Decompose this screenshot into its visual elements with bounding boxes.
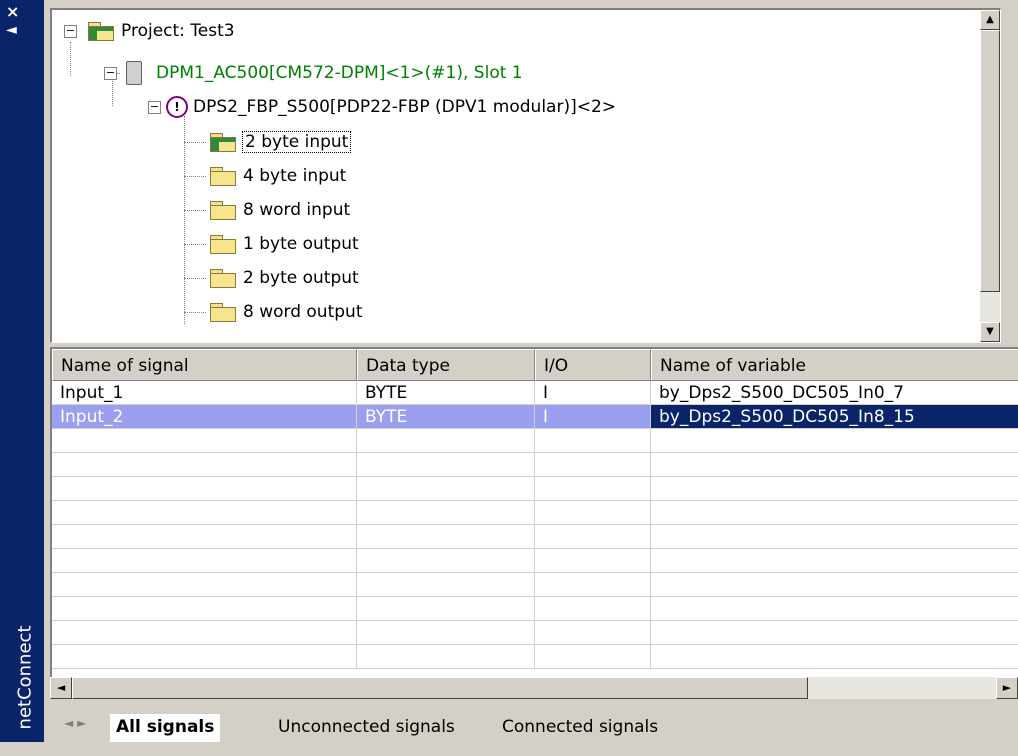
tab-all-signals[interactable]: All signals: [110, 714, 221, 742]
column-header-signal-name[interactable]: Name of signal: [52, 349, 357, 381]
tree-node-label: 8 word input: [243, 200, 351, 220]
tree-node-label: 4 byte input: [243, 166, 347, 186]
tab-prev-icon[interactable]: ◄: [64, 716, 73, 730]
tab-connected-signals[interactable]: Connected signals: [496, 714, 664, 742]
tree-node-module[interactable]: 2 byte output: [208, 261, 359, 295]
cell-data-type: BYTE: [357, 405, 535, 429]
collapse-arrow-icon[interactable]: ◄: [6, 22, 17, 38]
cell-variable-name: by_Dps2_S500_DC505_In0_7: [651, 381, 1018, 405]
collapse-icon[interactable]: −: [64, 25, 77, 38]
folder-icon: [208, 233, 238, 255]
folder-icon: [208, 165, 238, 187]
folder-icon: [208, 301, 238, 323]
table-row-empty: [52, 477, 1018, 501]
cell-io: I: [535, 405, 651, 429]
scroll-thumb[interactable]: [72, 677, 808, 699]
project-tree[interactable]: − Project: Test3 − DPM1_AC500[CM572-DPM]…: [50, 8, 1001, 343]
tree-line: [184, 278, 206, 279]
signals-table[interactable]: Name of signal Data type I/O Name of var…: [50, 347, 1018, 679]
tab-next-icon[interactable]: ►: [77, 716, 86, 730]
scroll-thumb[interactable]: [980, 30, 1000, 292]
tree-line: [184, 176, 206, 177]
table-row-empty: [52, 573, 1018, 597]
table-row-empty: [52, 645, 1018, 669]
table-row-empty: [52, 453, 1018, 477]
table-row[interactable]: Input_1 BYTE I by_Dps2_S500_DC505_In0_7: [52, 381, 1018, 405]
tree-node-label: 2 byte output: [243, 268, 359, 288]
tree-node-slave[interactable]: − ! DPS2_FBP_S500[PDP22-FBP (DPV1 modula…: [148, 90, 616, 124]
tree-node-label: 1 byte output: [243, 234, 359, 254]
table-header: Name of signal Data type I/O Name of var…: [52, 349, 1018, 381]
column-header-variable-name[interactable]: Name of variable: [651, 349, 1018, 381]
tree-node-module[interactable]: 2 byte input: [208, 125, 352, 159]
table-row-empty: [52, 597, 1018, 621]
tree-node-label: Project: Test3: [121, 21, 235, 41]
tree-node-master[interactable]: − DPM1_AC500[CM572-DPM]<1>(#1), Slot 1: [104, 56, 523, 90]
table-horizontal-scrollbar[interactable]: ◄ ►: [50, 677, 1018, 699]
folder-icon: [208, 267, 238, 289]
tree-line: [184, 142, 206, 143]
cell-data-type: BYTE: [357, 381, 535, 405]
folder-icon: [208, 131, 238, 153]
collapse-icon[interactable]: −: [104, 67, 117, 80]
tree-vertical-scrollbar[interactable]: ▲ ▼: [980, 10, 1000, 342]
netconnect-panel: − Project: Test3 − DPM1_AC500[CM572-DPM]…: [44, 0, 1018, 742]
master-device-icon: [126, 61, 142, 85]
folder-icon: [208, 199, 238, 221]
scroll-right-icon[interactable]: ►: [996, 677, 1018, 699]
table-row-empty: [52, 525, 1018, 549]
tree-line: [184, 312, 206, 313]
tab-nav: ◄ ►: [64, 716, 86, 730]
slave-device-icon: !: [166, 96, 188, 118]
table-row-empty: [52, 429, 1018, 453]
netconnect-sidebar: × ◄ netConnect: [0, 0, 44, 742]
cell-io: I: [535, 381, 651, 405]
tree-node-label: 2 byte input: [241, 131, 352, 153]
table-row-empty: [52, 501, 1018, 525]
column-header-io[interactable]: I/O: [535, 349, 651, 381]
collapse-icon[interactable]: −: [148, 101, 161, 114]
scroll-up-icon[interactable]: ▲: [980, 10, 1000, 30]
scroll-left-icon[interactable]: ◄: [50, 677, 72, 699]
tree-node-label: 8 word output: [243, 302, 363, 322]
close-icon[interactable]: ×: [6, 2, 19, 21]
tree-node-module[interactable]: 1 byte output: [208, 227, 359, 261]
table-row-empty: [52, 549, 1018, 573]
tree-node-label: DPS2_FBP_S500[PDP22-FBP (DPV1 modular)]<…: [193, 97, 617, 117]
sidebar-title: netConnect: [14, 625, 36, 730]
tree-node-module[interactable]: 8 word output: [208, 295, 362, 329]
tree-line: [184, 116, 185, 324]
cell-signal-name: Input_2: [52, 405, 357, 429]
cell-variable-name: by_Dps2_S500_DC505_In8_15: [651, 405, 1018, 429]
table-row-empty: [52, 621, 1018, 645]
tree-node-label: DPM1_AC500[CM572-DPM]<1>(#1), Slot 1: [156, 63, 523, 83]
tree-line: [184, 244, 206, 245]
column-header-data-type[interactable]: Data type: [357, 349, 535, 381]
table-row-selected[interactable]: Input_2 BYTE I by_Dps2_S500_DC505_In8_15: [52, 405, 1018, 429]
tree-node-module[interactable]: 4 byte input: [208, 159, 346, 193]
scroll-down-icon[interactable]: ▼: [980, 322, 1000, 342]
cell-signal-name: Input_1: [52, 381, 357, 405]
tree-node-module[interactable]: 8 word input: [208, 193, 350, 227]
tab-unconnected-signals[interactable]: Unconnected signals: [272, 714, 461, 742]
project-folder-icon: [86, 20, 116, 42]
tree-node-project[interactable]: − Project: Test3: [64, 14, 235, 48]
signal-tabs: ◄ ► All signals Unconnected signals Conn…: [50, 710, 1018, 742]
tree-line: [184, 210, 206, 211]
